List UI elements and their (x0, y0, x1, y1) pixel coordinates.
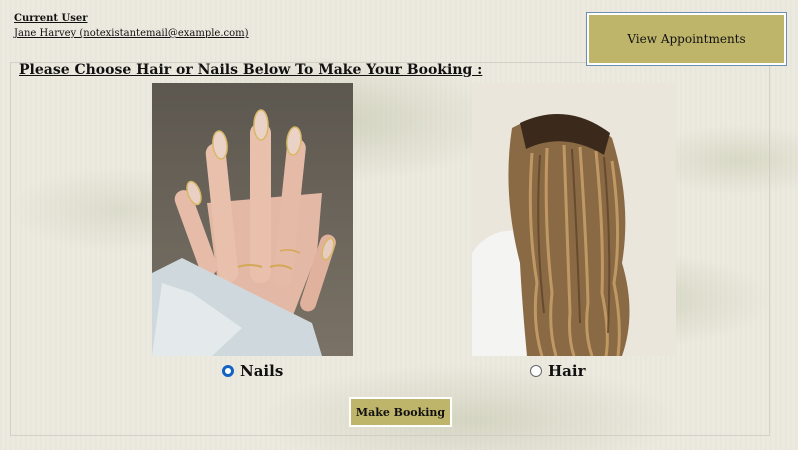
current-user-label: Current User (14, 13, 88, 24)
view-appointments-button[interactable]: View Appointments (587, 13, 786, 65)
current-user-name-email: Jane Harvey (notexistantemail@example.co… (14, 28, 249, 39)
current-user-info: Current User Jane Harvey (notexistantema… (14, 11, 249, 41)
hair-illustration (472, 83, 676, 356)
nails-option[interactable]: Nails (222, 362, 283, 380)
hair-option[interactable]: Hair (530, 362, 586, 380)
nails-illustration (152, 83, 353, 356)
hair-option-label: Hair (548, 362, 586, 380)
nails-image[interactable] (152, 83, 353, 356)
nails-option-label: Nails (240, 362, 284, 380)
make-booking-button[interactable]: Make Booking (349, 397, 452, 427)
hair-image[interactable] (472, 83, 676, 356)
nails-radio[interactable] (222, 365, 234, 377)
hair-radio[interactable] (530, 365, 542, 377)
page-heading: Please Choose Hair or Nails Below To Mak… (19, 62, 483, 78)
